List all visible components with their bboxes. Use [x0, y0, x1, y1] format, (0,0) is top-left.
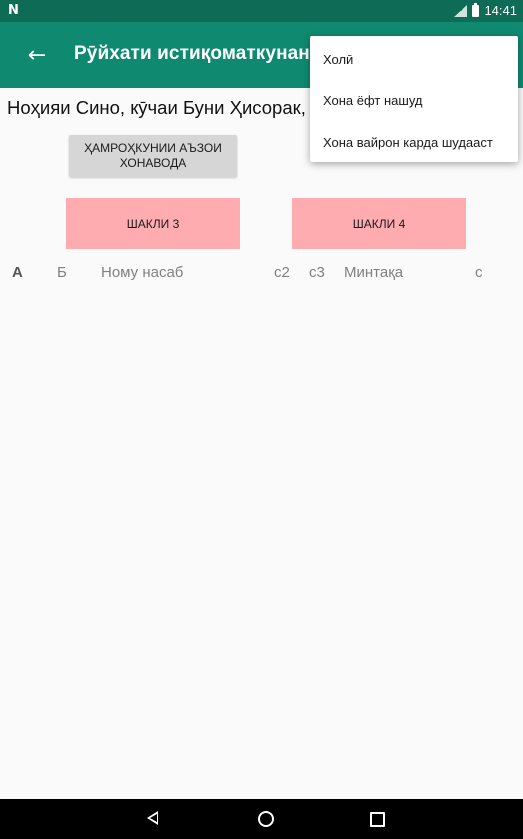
menu-item-empty[interactable]: Холӣ — [323, 52, 353, 67]
menu-item-house-demolished[interactable]: Хона вайрон карда шудааст — [323, 135, 493, 150]
form3-button[interactable]: Шакли 3 — [66, 198, 240, 249]
navigation-bar — [0, 799, 523, 839]
nav-back-icon[interactable] — [147, 811, 158, 825]
back-arrow-icon[interactable]: ← — [22, 40, 52, 70]
column-header-region[interactable]: Минтақа — [344, 264, 403, 281]
column-header-c3[interactable]: с3 — [309, 264, 325, 281]
notification-n-icon: N — [8, 3, 19, 18]
add-household-members-button[interactable]: Ҳамроҳкунии аъзои хонавода — [69, 135, 237, 177]
status-bar: N 14:41 — [0, 0, 523, 22]
status-time: 14:41 — [484, 3, 517, 18]
column-header-b[interactable]: Б — [57, 264, 67, 281]
signal-icon — [454, 4, 468, 17]
battery-icon — [472, 2, 480, 17]
column-header-c2[interactable]: с2 — [274, 264, 290, 281]
column-header-c[interactable]: с — [475, 264, 483, 281]
nav-home-icon[interactable] — [258, 811, 274, 827]
nav-recent-apps-icon[interactable] — [370, 812, 385, 827]
address-text: Ноҳияи Сино, кӯчаи Буни Ҳисорак, хонаи — [7, 97, 362, 118]
menu-item-house-not-found[interactable]: Хона ёфт нашуд — [323, 93, 422, 108]
column-header-name[interactable]: Ному насаб — [101, 264, 183, 281]
overflow-popup-menu: Холӣ Хона ёфт нашуд Хона вайрон карда шу… — [310, 36, 518, 162]
column-header-a[interactable]: А — [12, 264, 23, 281]
status-icons: 14:41 — [454, 2, 517, 18]
add-household-members-label: Ҳамроҳкунии аъзои хонавода — [84, 141, 222, 170]
form4-button[interactable]: Шакли 4 — [292, 198, 466, 249]
